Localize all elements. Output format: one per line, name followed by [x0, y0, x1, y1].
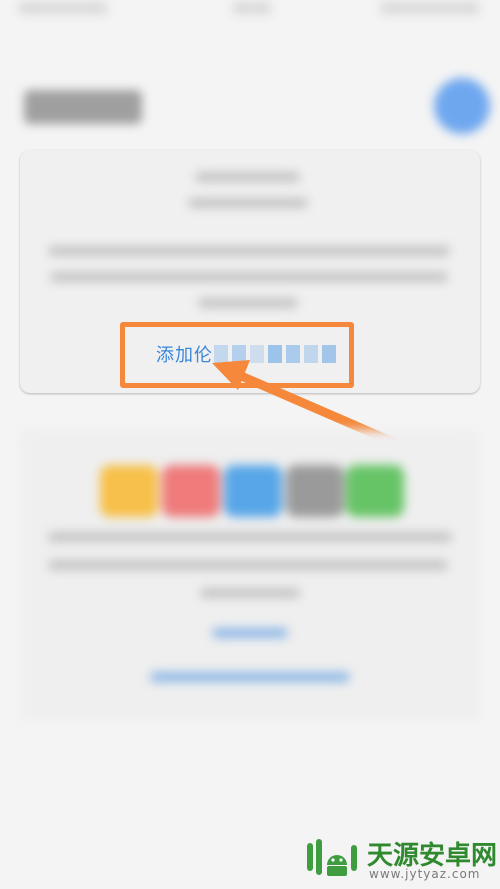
app-tile[interactable]: [346, 465, 404, 517]
watermark: 天源安卓网 www.jytyaz.com: [305, 835, 497, 881]
watermark-url: www.jytyaz.com: [369, 867, 481, 881]
share-text-line: [48, 560, 448, 570]
app-tile[interactable]: [286, 465, 344, 517]
card-text-line: [198, 298, 298, 308]
page-title: [24, 90, 142, 124]
status-battery: [380, 2, 480, 14]
card-text-line: [188, 198, 308, 208]
highlight-box: [120, 322, 354, 388]
phone-android-logo-icon: [307, 839, 357, 876]
card-text-line: [48, 246, 450, 256]
share-link[interactable]: [212, 628, 288, 638]
share-text-line: [200, 588, 300, 598]
share-text-line: [48, 532, 452, 542]
share-link[interactable]: [150, 672, 350, 682]
status-time: [232, 2, 272, 14]
card-text-line: [50, 272, 448, 282]
card-text-line: [195, 172, 300, 182]
app-tile[interactable]: [224, 465, 282, 517]
status-carrier: [18, 2, 108, 14]
status-bar: [0, 0, 500, 24]
app-tile[interactable]: [162, 465, 220, 517]
app-tile[interactable]: [100, 465, 158, 517]
profile-icon[interactable]: [434, 78, 490, 134]
